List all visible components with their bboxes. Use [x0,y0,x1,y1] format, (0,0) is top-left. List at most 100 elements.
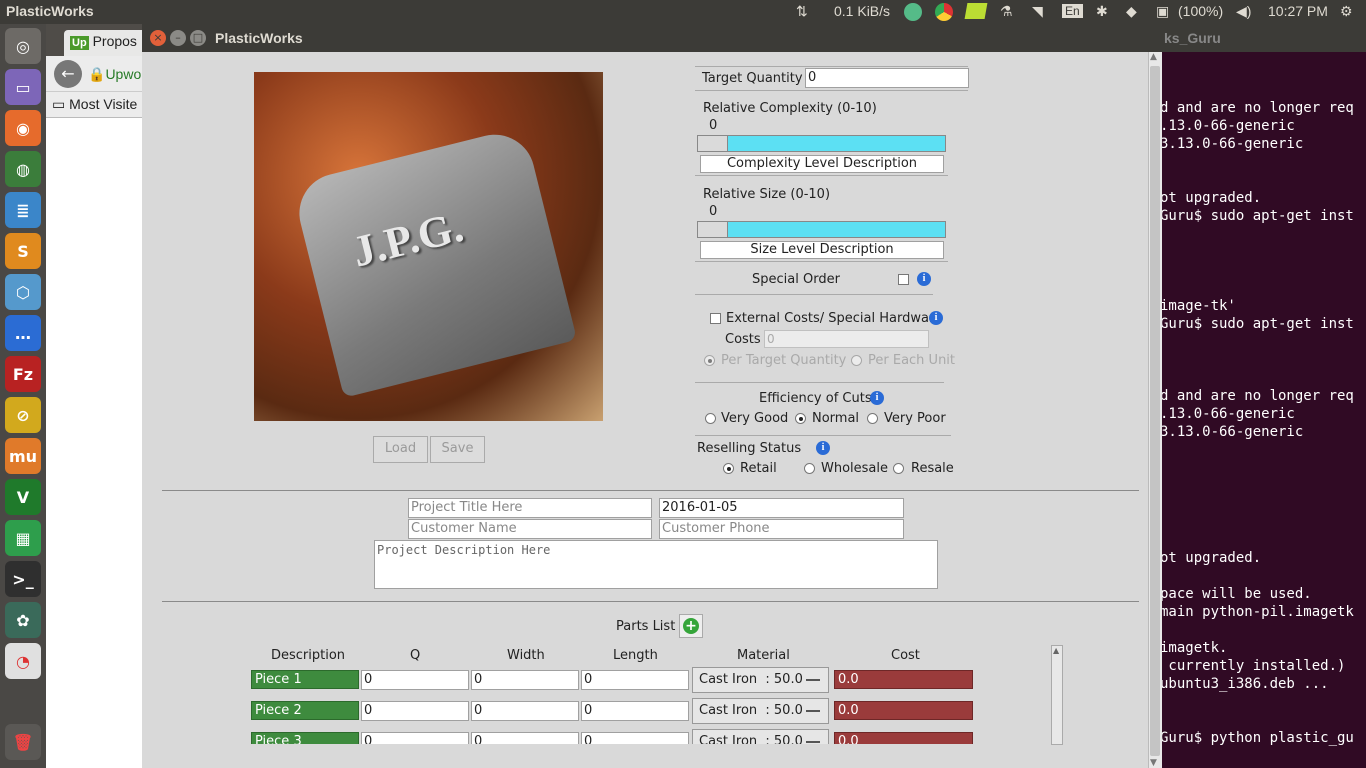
customer-name-input[interactable]: Customer Name [408,519,652,539]
load-button[interactable]: Load [373,436,428,463]
sublime-icon[interactable]: S [5,233,41,269]
complexity-slider-knob[interactable] [698,136,728,151]
terminal-line: main python-pil.imagetk [1160,604,1354,620]
scroll-up-arrow-icon[interactable]: ▲ [1150,52,1157,62]
wifi-icon[interactable]: ◥ [1032,3,1043,20]
net-speed: 0.1 KiB/s [834,3,891,19]
bluetooth-icon[interactable]: ✱ [1096,3,1108,20]
scroll-down-arrow-icon[interactable]: ▼ [1150,758,1157,768]
part-width-input[interactable]: 0 [471,732,579,744]
external-costs-checkbox[interactable] [710,313,721,324]
part-description-field[interactable]: Piece 1 [251,670,359,689]
sync-icon[interactable] [904,3,922,21]
vim-icon[interactable]: V [5,479,41,515]
costs-label: Costs [725,332,761,347]
eff-very-good-radio[interactable] [705,413,716,424]
project-description-input[interactable]: Project Description Here [374,540,938,589]
per-unit-label: Per Each Unit [868,353,956,368]
complexity-slider[interactable] [697,135,946,152]
upwork-icon: Up [70,36,89,50]
part-length-input[interactable]: 0 [581,670,689,690]
terminal-icon[interactable]: >_ [5,561,41,597]
scrollbar-thumb[interactable] [1150,66,1160,756]
window-scrollbar[interactable]: ▲ ▼ [1148,52,1162,768]
res-retail-radio[interactable] [723,463,734,474]
terminal-line: Guru$ python plastic_gu [1160,730,1354,746]
size-slider[interactable] [697,221,946,238]
efficiency-label: Efficiency of Cuts [759,391,872,406]
minimize-icon[interactable]: – [170,30,186,46]
chrome-tray-icon[interactable] [935,3,953,21]
eff-normal-radio[interactable] [795,413,806,424]
eff-very-poor-radio[interactable] [867,413,878,424]
dash-icon[interactable]: ◎ [5,28,41,64]
customer-phone-input[interactable]: Customer Phone [659,519,904,539]
network-arrows-icon[interactable]: ⇅ [796,3,808,20]
project-date-input[interactable]: 2016-01-05 [659,498,904,518]
pie-app-icon[interactable]: ◔ [5,643,41,679]
dropdown-dash-icon [806,679,820,681]
terminal-line: .13.0-66-generic [1160,406,1295,422]
parts-list: Piece 1 0 0 0 Cast Iron : 50.0 0.0 Piece 2000C… [142,664,1148,744]
part-length-input[interactable]: 0 [581,701,689,721]
target-quantity-input[interactable]: 0 [805,68,969,88]
trash-icon[interactable]: 🗑 [5,724,41,760]
ruler-icon[interactable]: ⊘ [5,397,41,433]
terminal-line: image-tk' [1160,298,1236,314]
notification-bell-icon[interactable]: ◆ [1126,3,1137,20]
special-order-info-icon[interactable]: i [917,272,931,286]
part-q-input[interactable]: 0 [361,701,469,721]
costs-input[interactable]: 0 [764,330,929,348]
battery-icon[interactable]: ▣ [1156,3,1169,20]
firefox-icon[interactable]: ◉ [5,110,41,146]
spreadsheet-icon[interactable]: ▦ [5,520,41,556]
part-width-input[interactable]: 0 [471,670,579,690]
efficiency-info-icon[interactable]: i [870,391,884,405]
lock-icon: 🔒 [88,66,106,82]
external-costs-info-icon[interactable]: i [929,311,943,325]
close-icon[interactable]: × [150,30,166,46]
size-slider-knob[interactable] [698,222,728,237]
part-description-field[interactable]: Piece 3 [251,732,359,744]
res-wholesale-radio[interactable] [804,463,815,474]
chrome-icon[interactable]: ◍ [5,151,41,187]
part-material-select[interactable]: Cast Iron : 50.0 [692,698,829,724]
files-icon[interactable]: ▭ [5,69,41,105]
color-wheel-icon[interactable]: ✿ [5,602,41,638]
document-icon[interactable]: ≣ [5,192,41,228]
reselling-info-icon[interactable]: i [816,441,830,455]
part-q-input[interactable]: 0 [361,732,469,744]
part-width-input[interactable]: 0 [471,701,579,721]
per-unit-radio[interactable] [851,355,862,366]
per-target-radio[interactable] [704,355,715,366]
complexity-description: Complexity Level Description [700,155,944,173]
address-bar[interactable]: 🔒Upwor [88,66,146,83]
add-part-button[interactable]: + [679,614,703,638]
virtualbox-icon[interactable]: ⬡ [5,274,41,310]
part-q-input[interactable]: 0 [361,670,469,690]
maximize-icon[interactable]: □ [190,30,206,46]
part-length-input[interactable]: 0 [581,732,689,744]
flask-icon[interactable]: ⚗ [1000,3,1013,20]
volume-icon[interactable]: ◀) [1236,3,1251,20]
part-material-select[interactable]: Cast Iron : 50.0 [692,729,829,744]
special-order-checkbox[interactable] [898,274,909,285]
back-arrow-icon[interactable]: ← [54,60,82,88]
settings-gear-icon[interactable]: ⚙ [1340,3,1353,20]
clock[interactable]: 10:27 PM [1268,3,1328,19]
save-button[interactable]: Save [430,436,485,463]
keyboard-layout[interactable]: En [1062,4,1083,18]
res-resale-radio[interactable] [893,463,904,474]
part-description-field[interactable]: Piece 2 [251,701,359,720]
parts-scrollbar[interactable]: ▲ [1051,645,1063,745]
chat-icon[interactable]: … [5,315,41,351]
mu-icon[interactable]: mu [5,438,41,474]
filezilla-icon[interactable]: Fz [5,356,41,392]
scroll-up-icon[interactable]: ▲ [1053,647,1061,655]
special-order-label: Special Order [752,272,840,287]
project-title-input[interactable]: Project Title Here [408,498,652,518]
notes-tray-icon[interactable] [964,3,988,19]
terminal-line: 3.13.0-66-generic [1160,424,1304,440]
part-material-select[interactable]: Cast Iron : 50.0 [692,667,829,693]
terminal-line: .13.0-66-generic [1160,118,1295,134]
